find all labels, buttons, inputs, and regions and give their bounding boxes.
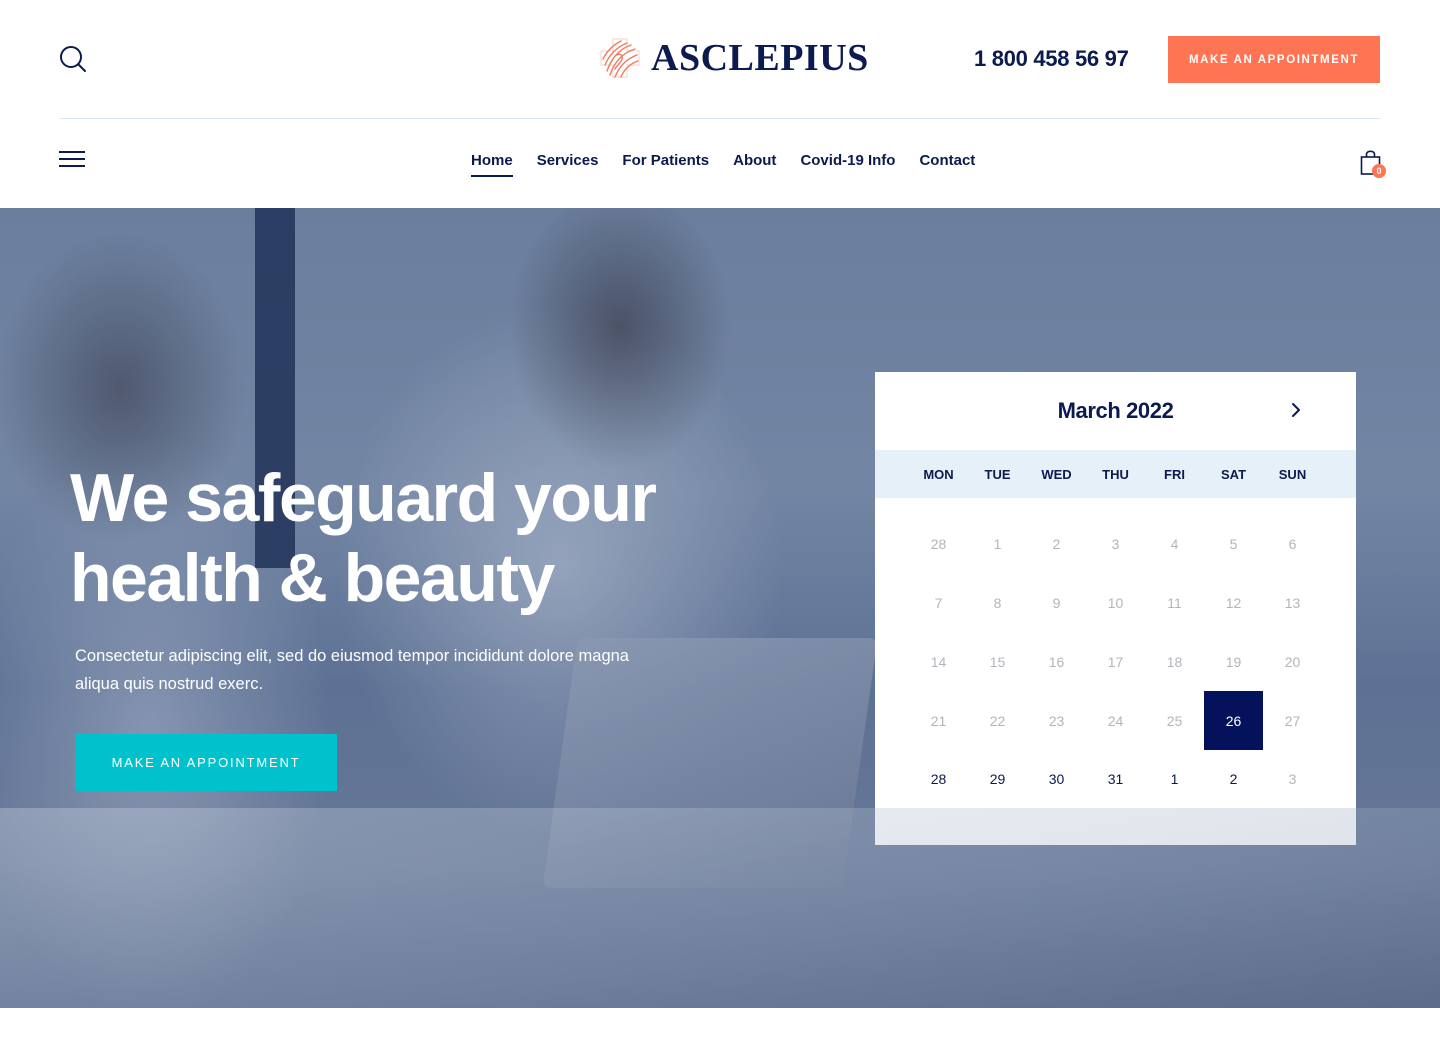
calendar-day-grid: 28 1 2 3 4 5 6 7 8 9 10 11 12 13 14 15 16 17 18 19 20 21 22 23 2… [875, 498, 1356, 809]
appointment-calendar: March 2022 MON TUE WED THU FRI SAT SUN 28 1 2 3 4 5… [875, 372, 1356, 845]
logo[interactable]: ASCLEPIUS [597, 34, 869, 82]
nav-contact[interactable]: Contact [919, 152, 975, 175]
calendar-day[interactable]: 23 [1027, 691, 1086, 750]
weekday-label: SUN [1278, 466, 1307, 482]
calendar-day[interactable]: 13 [1263, 574, 1322, 633]
calendar-day[interactable]: 21 [909, 691, 968, 750]
weekday-label: FRI [1164, 466, 1185, 482]
next-month-button[interactable] [1289, 402, 1305, 420]
hero-section: We safeguard your health & beauty Consec… [0, 208, 1440, 1008]
calendar-day[interactable]: 9 [1027, 574, 1086, 633]
cart-count-badge: 0 [1372, 164, 1386, 178]
calendar-day[interactable]: 11 [1145, 574, 1204, 633]
nav-links: Home Services For Patients About Covid-1… [471, 152, 975, 177]
calendar-day[interactable]: 20 [1263, 633, 1322, 692]
calendar-day[interactable]: 29 [968, 750, 1027, 809]
calendar-day[interactable]: 19 [1204, 633, 1263, 692]
fingerprint-cross-icon [600, 38, 640, 78]
weekday-header-row: MON TUE WED THU FRI SAT SUN [875, 450, 1356, 498]
calendar-day[interactable]: 17 [1086, 633, 1145, 692]
calendar-day[interactable]: 22 [968, 691, 1027, 750]
nav-home[interactable]: Home [471, 152, 513, 177]
calendar-day-selected[interactable]: 26 [1204, 691, 1263, 750]
calendar-day[interactable]: 28 [909, 515, 968, 574]
hero-title-line2: health & beauty [70, 540, 555, 616]
hero-title-line1: We safeguard your [70, 460, 657, 536]
calendar-day[interactable]: 1 [968, 515, 1027, 574]
calendar-day[interactable]: 3 [1263, 750, 1322, 809]
cart-button[interactable]: 0 [1360, 150, 1388, 180]
search-button[interactable] [58, 44, 90, 76]
nav-covid-info[interactable]: Covid-19 Info [800, 152, 895, 175]
calendar-day[interactable]: 1 [1145, 750, 1204, 809]
calendar-day[interactable]: 6 [1263, 515, 1322, 574]
hamburger-icon [59, 151, 85, 167]
calendar-day[interactable]: 24 [1086, 691, 1145, 750]
calendar-day[interactable]: 4 [1145, 515, 1204, 574]
nav-for-patients[interactable]: For Patients [622, 152, 709, 175]
calendar-day[interactable]: 27 [1263, 691, 1322, 750]
hero-title: We safeguard your health & beauty [70, 458, 750, 618]
weekday-label: WED [1041, 466, 1072, 482]
calendar-day[interactable]: 5 [1204, 515, 1263, 574]
make-appointment-button-hero[interactable]: MAKE AN APPOINTMENT [75, 734, 337, 791]
brand-name: ASCLEPIUS [651, 37, 869, 79]
hero-subtitle: Consectetur adipiscing elit, sed do eius… [75, 647, 629, 693]
calendar-day[interactable]: 28 [909, 750, 968, 809]
calendar-day[interactable]: 18 [1145, 633, 1204, 692]
calendar-day[interactable]: 30 [1027, 750, 1086, 809]
main-nav: Home Services For Patients About Covid-1… [0, 119, 1440, 208]
chevron-right-icon [1292, 403, 1300, 417]
weekday-label: SAT [1220, 466, 1247, 482]
nav-about[interactable]: About [733, 152, 776, 175]
calendar-day[interactable]: 2 [1027, 515, 1086, 574]
calendar-day[interactable]: 2 [1204, 750, 1263, 809]
calendar-day[interactable]: 31 [1086, 750, 1145, 809]
calendar-day[interactable]: 14 [909, 633, 968, 692]
weekday-label: TUE [984, 466, 1011, 482]
weekday-label: THU [1102, 466, 1129, 482]
calendar-day[interactable]: 15 [968, 633, 1027, 692]
calendar-day[interactable]: 7 [909, 574, 968, 633]
calendar-day[interactable]: 25 [1145, 691, 1204, 750]
search-icon [60, 46, 86, 72]
hamburger-menu-button[interactable] [59, 151, 85, 173]
calendar-day[interactable]: 8 [968, 574, 1027, 633]
calendar-day[interactable]: 16 [1027, 633, 1086, 692]
nav-services[interactable]: Services [537, 152, 599, 175]
calendar-day[interactable]: 3 [1086, 515, 1145, 574]
phone-number[interactable]: 1 800 458 56 97 [974, 46, 1129, 72]
calendar-month-title: March 2022 [1057, 398, 1174, 423]
make-appointment-button-header[interactable]: MAKE AN APPOINTMENT [1168, 36, 1380, 83]
calendar-header: March 2022 [875, 372, 1356, 450]
weekday-label: MON [923, 466, 954, 482]
top-bar: ASCLEPIUS 1 800 458 56 97 MAKE AN APPOIN… [0, 0, 1440, 118]
calendar-day[interactable]: 10 [1086, 574, 1145, 633]
calendar-day[interactable]: 12 [1204, 574, 1263, 633]
